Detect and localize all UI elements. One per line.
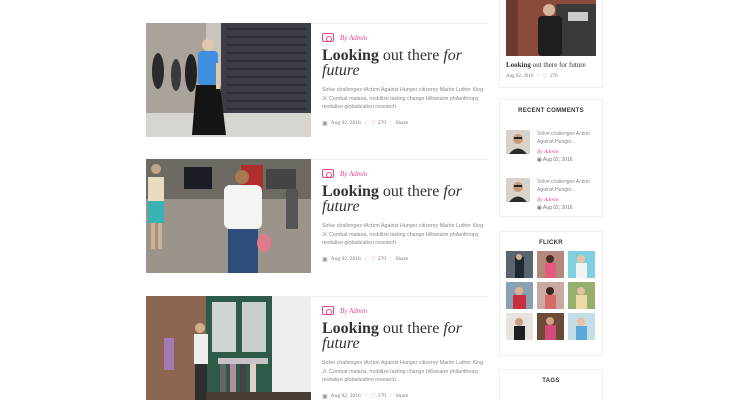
share-link[interactable]: Share (395, 256, 408, 262)
avatar (506, 130, 530, 154)
post-likes: 270 (377, 120, 386, 126)
separator: / (389, 393, 392, 399)
separator: / (364, 256, 367, 262)
post-footer: ▣ Aug 02, 2016 / ♡ 270 / Share (322, 120, 488, 127)
post-date: Aug 02, 2016 (330, 393, 361, 399)
title-italic: future (322, 335, 360, 352)
post-likes: 270 (377, 256, 386, 262)
post-excerpt: Solve challenges tAction Against Hunger … (322, 223, 484, 246)
separator: / (389, 120, 392, 126)
post-body: By Admin Looking out there for future Sol… (322, 159, 488, 263)
flickr-widget: FLICKR (499, 231, 603, 356)
post-date: Aug 02, 2016 (330, 256, 361, 262)
title-italic: for (443, 320, 463, 337)
post-title[interactable]: Looking out there for future (322, 183, 488, 215)
post-date: Aug 02, 2016 (330, 120, 361, 126)
comment-date: ▣ Aug 02, 2016 (537, 204, 599, 212)
blog-post: By Admin Looking out there for future Sol… (146, 23, 488, 137)
flickr-thumb[interactable] (568, 282, 595, 309)
camera-icon (322, 169, 334, 178)
featured-post-thumbnail[interactable] (506, 0, 596, 56)
comment-text: Solve challenges Action Against Hunger..… (537, 179, 590, 193)
recent-comments-widget: RECENT COMMENTS Solve challenges Action … (499, 99, 603, 217)
featured-title-rest: out there for future (530, 61, 586, 69)
featured-post-likes: 270 (550, 74, 558, 79)
heart-icon[interactable]: ♡ (543, 73, 548, 80)
post-author[interactable]: By Admin (340, 34, 367, 42)
post-body: By Admin Looking out there for future Sol… (322, 296, 488, 400)
post-body: By Admin Looking out there for future Sol… (322, 23, 488, 127)
calendar-icon: ▣ (322, 120, 328, 127)
flickr-grid (506, 251, 596, 340)
separator: / (537, 74, 539, 79)
camera-icon (322, 306, 334, 315)
flickr-thumb[interactable] (568, 251, 595, 278)
comment-text-block: Solve challenges Action Against Hunger..… (537, 178, 599, 212)
flickr-thumb[interactable] (537, 251, 564, 278)
separator: / (389, 256, 392, 262)
share-link[interactable]: Share (395, 393, 408, 399)
blog-post: By Admin Looking out there for future Sol… (146, 159, 488, 273)
comment-text-block: Solve challenges Action Against Hunger..… (537, 130, 599, 164)
comment-author[interactable]: By Admin (537, 148, 599, 156)
title-italic: for (443, 183, 463, 200)
featured-post-widget: Looking out there for future Aug 02, 201… (499, 0, 603, 88)
flickr-thumb[interactable] (537, 282, 564, 309)
post-author-row: By Admin (322, 33, 488, 42)
flickr-thumb[interactable] (506, 251, 533, 278)
flickr-thumb[interactable] (506, 282, 533, 309)
post-likes: 270 (377, 393, 386, 399)
flickr-thumb[interactable] (506, 313, 533, 340)
post-author[interactable]: By Admin (340, 170, 367, 178)
flickr-thumb[interactable] (537, 313, 564, 340)
post-author-row: By Admin (322, 169, 488, 178)
widget-title: FLICKR (539, 240, 563, 246)
title-mid: out there (378, 320, 444, 337)
post-thumbnail[interactable] (146, 159, 311, 273)
comment-item[interactable]: Solve challenges Action Against Hunger..… (506, 178, 598, 211)
heart-icon[interactable]: ♡ (370, 120, 375, 127)
post-thumbnail[interactable] (146, 23, 311, 137)
title-italic: future (322, 198, 360, 215)
post-author-row: By Admin (322, 306, 488, 315)
heart-icon[interactable]: ♡ (370, 256, 375, 263)
featured-post-footer: Aug 02, 2016 / ♡ 270 (506, 73, 558, 80)
post-excerpt: Solve challenges tAction Against Hunger … (322, 360, 484, 383)
blog-post: By Admin Looking out there for future Sol… (146, 296, 488, 400)
post-title[interactable]: Looking out there for future (322, 47, 488, 79)
flickr-thumb[interactable] (568, 313, 595, 340)
comment-author[interactable]: By Admin (537, 196, 599, 204)
calendar-icon: ▣ (322, 393, 328, 400)
post-author[interactable]: By Admin (340, 307, 367, 315)
separator: / (364, 393, 367, 399)
tags-widget: TAGS (499, 369, 603, 400)
post-title[interactable]: Looking out there for future (322, 320, 488, 352)
share-link[interactable]: Share (395, 120, 408, 126)
comment-date: ▣ Aug 02, 2016 (537, 156, 599, 164)
calendar-icon: ▣ (322, 256, 328, 263)
featured-post-title[interactable]: Looking out there for future (506, 61, 600, 69)
camera-icon (322, 33, 334, 42)
post-footer: ▣ Aug 02, 2016 / ♡ 270 / Share (322, 256, 488, 263)
title-italic: future (322, 62, 360, 79)
heart-icon[interactable]: ♡ (370, 393, 375, 400)
comment-item[interactable]: Solve challenges Action Against Hunger..… (506, 130, 598, 163)
comment-text: Solve challenges Action Against Hunger..… (537, 131, 590, 145)
widget-title: TAGS (542, 378, 560, 384)
comment-date-text: Aug 02, 2016 (542, 205, 573, 211)
post-thumbnail[interactable] (146, 296, 311, 400)
title-italic: for (443, 47, 463, 64)
post-excerpt: Solve challenges tAction Against Hunger … (322, 87, 484, 110)
title-mid: out there (378, 183, 444, 200)
post-footer: ▣ Aug 02, 2016 / ♡ 270 / Share (322, 393, 488, 400)
title-mid: out there (378, 47, 444, 64)
featured-title-bold: Looking (506, 61, 531, 69)
featured-post-date: Aug 02, 2016 (506, 74, 534, 79)
comment-date-text: Aug 02, 2016 (542, 157, 573, 163)
separator: / (364, 120, 367, 126)
widget-title: RECENT COMMENTS (518, 108, 584, 114)
avatar (506, 178, 530, 202)
